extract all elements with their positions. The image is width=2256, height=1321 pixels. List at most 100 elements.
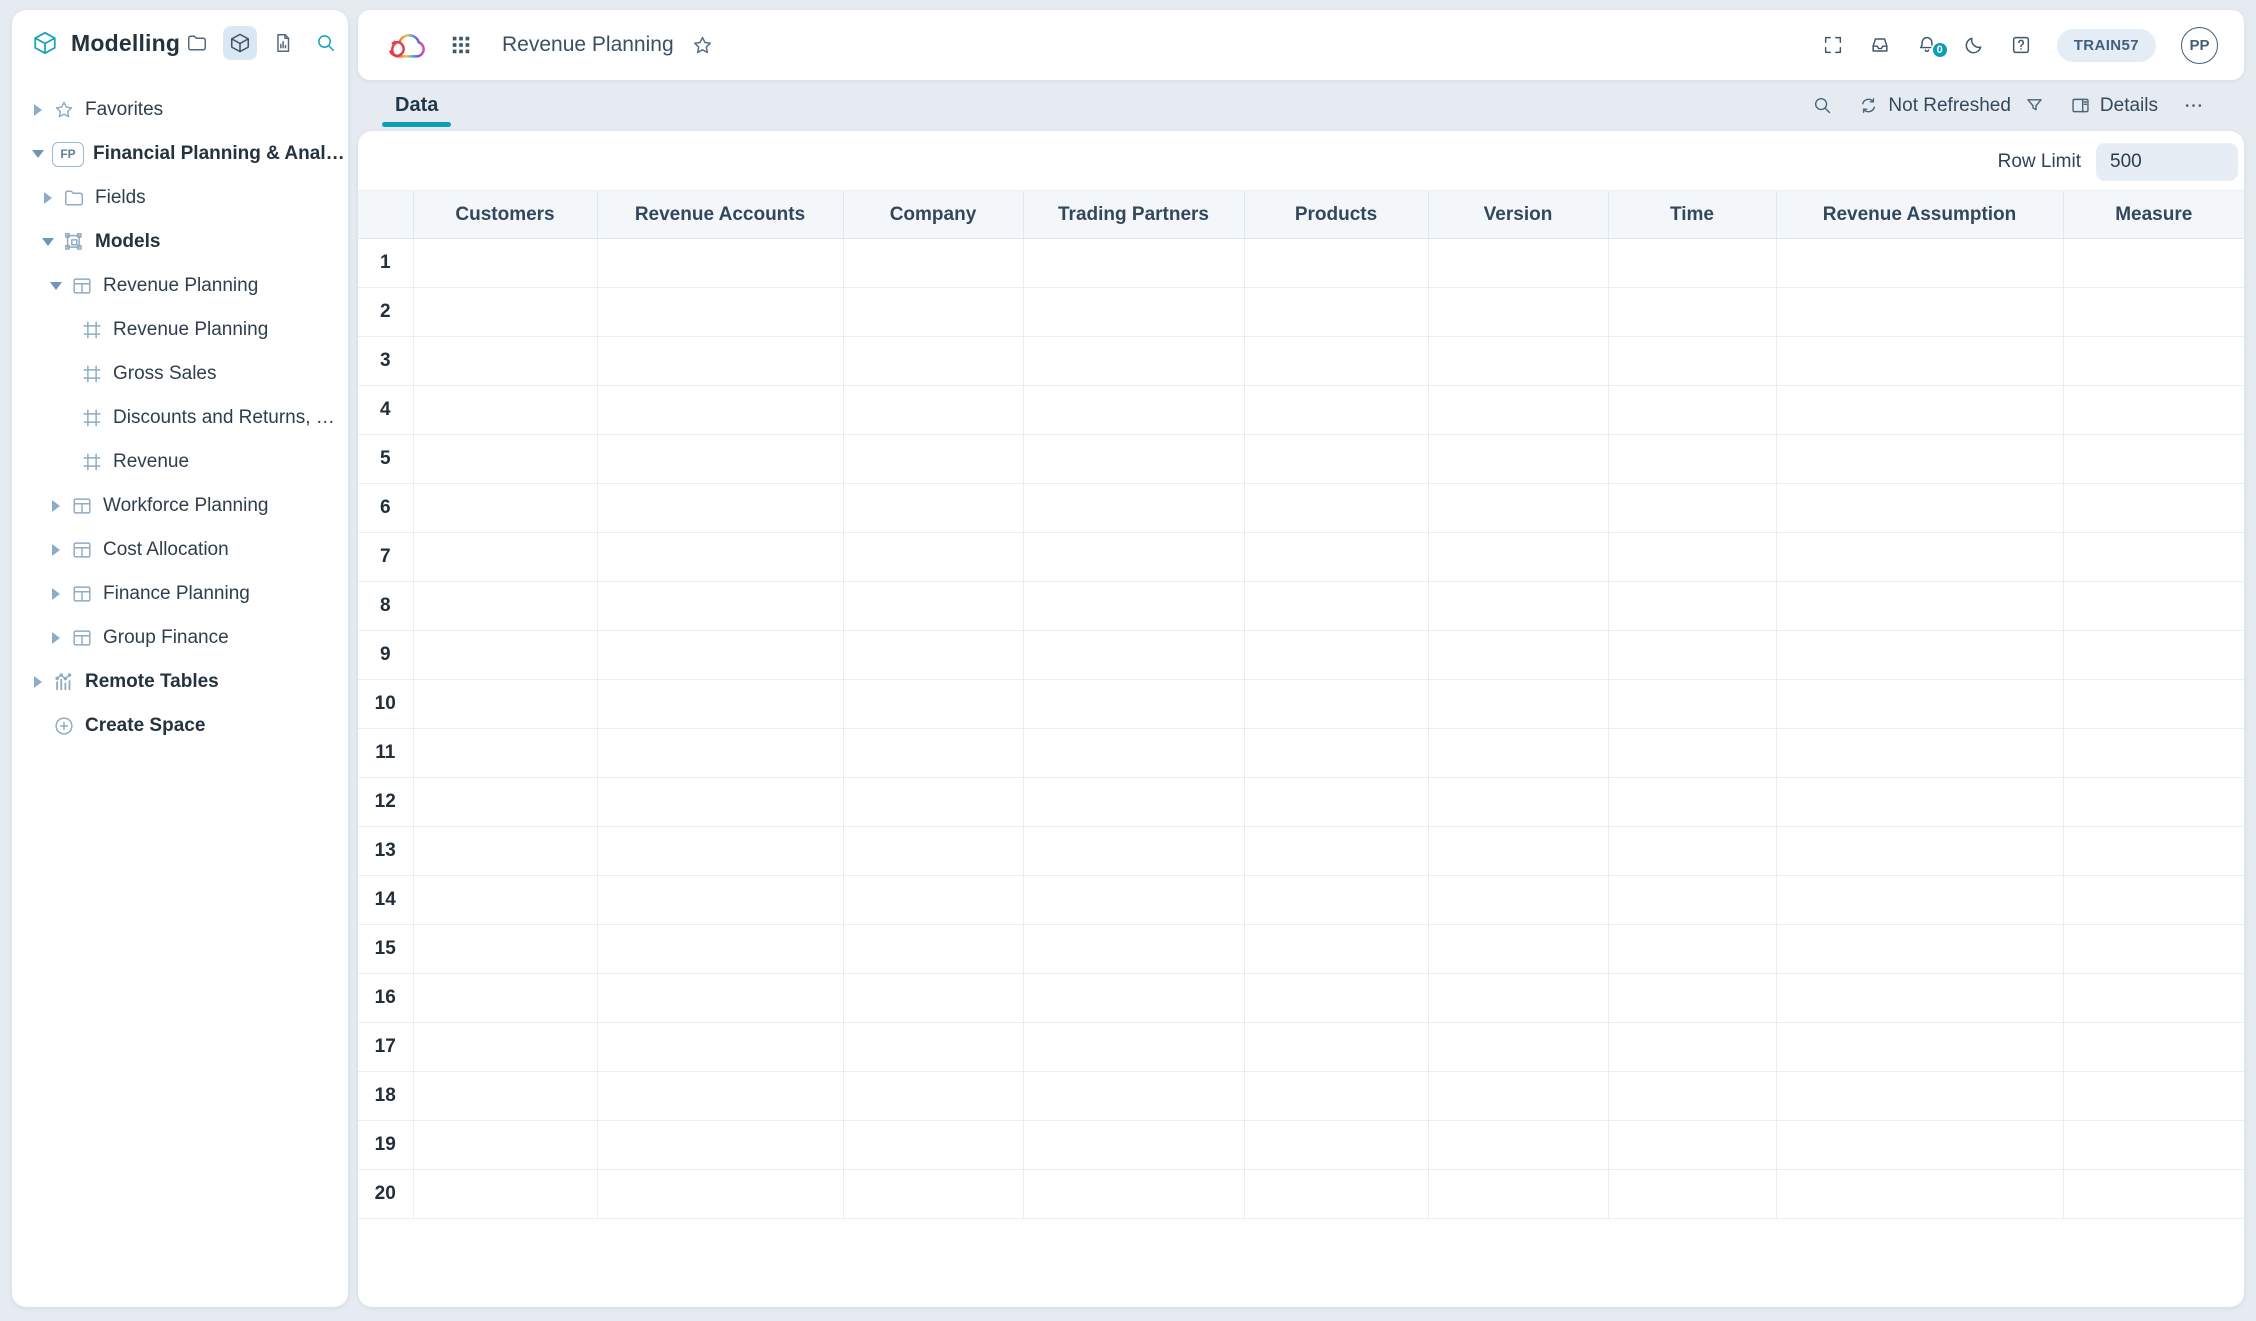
grid-cell[interactable] <box>1776 1121 2063 1170</box>
grid-cell[interactable] <box>843 288 1023 337</box>
grid-cell[interactable] <box>843 1072 1023 1121</box>
grid-cell[interactable] <box>1428 1121 1608 1170</box>
row-number[interactable]: 8 <box>358 582 413 631</box>
grid-cell[interactable] <box>1023 876 1244 925</box>
tree-item-models[interactable]: Models <box>12 220 348 264</box>
grid-cell[interactable] <box>1023 827 1244 876</box>
grid-cell[interactable] <box>597 680 843 729</box>
grid-cell[interactable] <box>1776 435 2063 484</box>
grid-cell[interactable] <box>1428 778 1608 827</box>
row-number[interactable]: 16 <box>358 974 413 1023</box>
grid-cell[interactable] <box>597 435 843 484</box>
row-number[interactable]: 20 <box>358 1170 413 1219</box>
chevron-down-icon[interactable] <box>30 146 46 162</box>
grid-cell[interactable] <box>2063 239 2244 288</box>
grid-cell[interactable] <box>843 1121 1023 1170</box>
grid-cell[interactable] <box>597 288 843 337</box>
grid-cell[interactable] <box>1023 925 1244 974</box>
grid-cell[interactable] <box>1776 484 2063 533</box>
grid-cell[interactable] <box>413 1023 597 1072</box>
grid-cell[interactable] <box>1776 876 2063 925</box>
grid-cell[interactable] <box>1428 925 1608 974</box>
grid-cell[interactable] <box>1776 288 2063 337</box>
grid-cell[interactable] <box>1428 729 1608 778</box>
grid-cell[interactable] <box>1428 1023 1608 1072</box>
chevron-down-icon[interactable] <box>48 278 64 294</box>
grid-cell[interactable] <box>413 337 597 386</box>
grid-cell[interactable] <box>2063 729 2244 778</box>
grid-cell[interactable] <box>1023 631 1244 680</box>
grid-cell[interactable] <box>1608 974 1776 1023</box>
grid-cell[interactable] <box>1023 582 1244 631</box>
grid-cell[interactable] <box>1608 533 1776 582</box>
row-number[interactable]: 2 <box>358 288 413 337</box>
grid-cell[interactable] <box>1608 827 1776 876</box>
grid-cell[interactable] <box>1776 631 2063 680</box>
chevron-right-icon[interactable] <box>40 190 56 206</box>
grid-cell[interactable] <box>597 974 843 1023</box>
row-number[interactable]: 7 <box>358 533 413 582</box>
grid-cell[interactable] <box>413 239 597 288</box>
row-number[interactable]: 13 <box>358 827 413 876</box>
user-avatar[interactable]: PP <box>2181 27 2218 64</box>
grid-cell[interactable] <box>1244 1023 1428 1072</box>
grid-cell[interactable] <box>597 1170 843 1219</box>
grid-cell[interactable] <box>2063 1072 2244 1121</box>
grid-cell[interactable] <box>1608 1072 1776 1121</box>
row-number[interactable]: 9 <box>358 631 413 680</box>
tree-item-discounts-and-returns-c[interactable]: Discounts and Returns, C… <box>12 396 348 440</box>
grid-cell[interactable] <box>1428 876 1608 925</box>
grid-cell[interactable] <box>843 533 1023 582</box>
chevron-right-icon[interactable] <box>48 498 64 514</box>
grid-cell[interactable] <box>1023 288 1244 337</box>
grid-cell[interactable] <box>413 1121 597 1170</box>
grid-cell[interactable] <box>1244 288 1428 337</box>
grid-cell[interactable] <box>413 435 597 484</box>
grid-cell[interactable] <box>1776 778 2063 827</box>
grid-cell[interactable] <box>413 386 597 435</box>
grid-cell[interactable] <box>1608 484 1776 533</box>
grid-cell[interactable] <box>413 729 597 778</box>
tree-item-financial-planning-analysis[interactable]: FPFinancial Planning & Analysis <box>12 132 348 176</box>
grid-cell[interactable] <box>1244 533 1428 582</box>
inbox-icon[interactable] <box>1869 34 1891 56</box>
grid-cell[interactable] <box>1428 288 1608 337</box>
row-number[interactable]: 18 <box>358 1072 413 1121</box>
grid-cell[interactable] <box>1776 925 2063 974</box>
grid-cell[interactable] <box>2063 680 2244 729</box>
grid-cell[interactable] <box>597 1072 843 1121</box>
grid-cell[interactable] <box>2063 484 2244 533</box>
apps-grid-icon[interactable] <box>450 34 472 56</box>
fullscreen-icon[interactable] <box>1822 34 1844 56</box>
grid-cell[interactable] <box>597 533 843 582</box>
row-number[interactable]: 6 <box>358 484 413 533</box>
grid-cell[interactable] <box>597 778 843 827</box>
grid-cell[interactable] <box>1023 435 1244 484</box>
grid-cell[interactable] <box>1776 533 2063 582</box>
grid-cell[interactable] <box>1244 729 1428 778</box>
details-button[interactable]: Details <box>2070 95 2158 117</box>
grid-cell[interactable] <box>843 876 1023 925</box>
row-number[interactable]: 1 <box>358 239 413 288</box>
column-header-products[interactable]: Products <box>1244 191 1428 239</box>
row-number[interactable]: 12 <box>358 778 413 827</box>
grid-cell[interactable] <box>1776 386 2063 435</box>
tree-item-workforce-planning[interactable]: Workforce Planning <box>12 484 348 528</box>
tree-item-favorites[interactable]: Favorites <box>12 88 348 132</box>
grid-cell[interactable] <box>1608 337 1776 386</box>
tree-item-gross-sales[interactable]: Gross Sales <box>12 352 348 396</box>
grid-cell[interactable] <box>413 974 597 1023</box>
grid-cell[interactable] <box>1023 337 1244 386</box>
grid-cell[interactable] <box>597 1121 843 1170</box>
grid-cell[interactable] <box>2063 582 2244 631</box>
grid-cell[interactable] <box>843 1170 1023 1219</box>
row-number[interactable]: 19 <box>358 1121 413 1170</box>
tree-item-revenue-planning[interactable]: Revenue Planning <box>12 264 348 308</box>
grid-cell[interactable] <box>843 631 1023 680</box>
chevron-right-icon[interactable] <box>48 586 64 602</box>
grid-cell[interactable] <box>843 778 1023 827</box>
report-icon[interactable] <box>266 26 300 60</box>
grid-cell[interactable] <box>2063 288 2244 337</box>
grid-cell[interactable] <box>597 386 843 435</box>
grid-cell[interactable] <box>1023 680 1244 729</box>
